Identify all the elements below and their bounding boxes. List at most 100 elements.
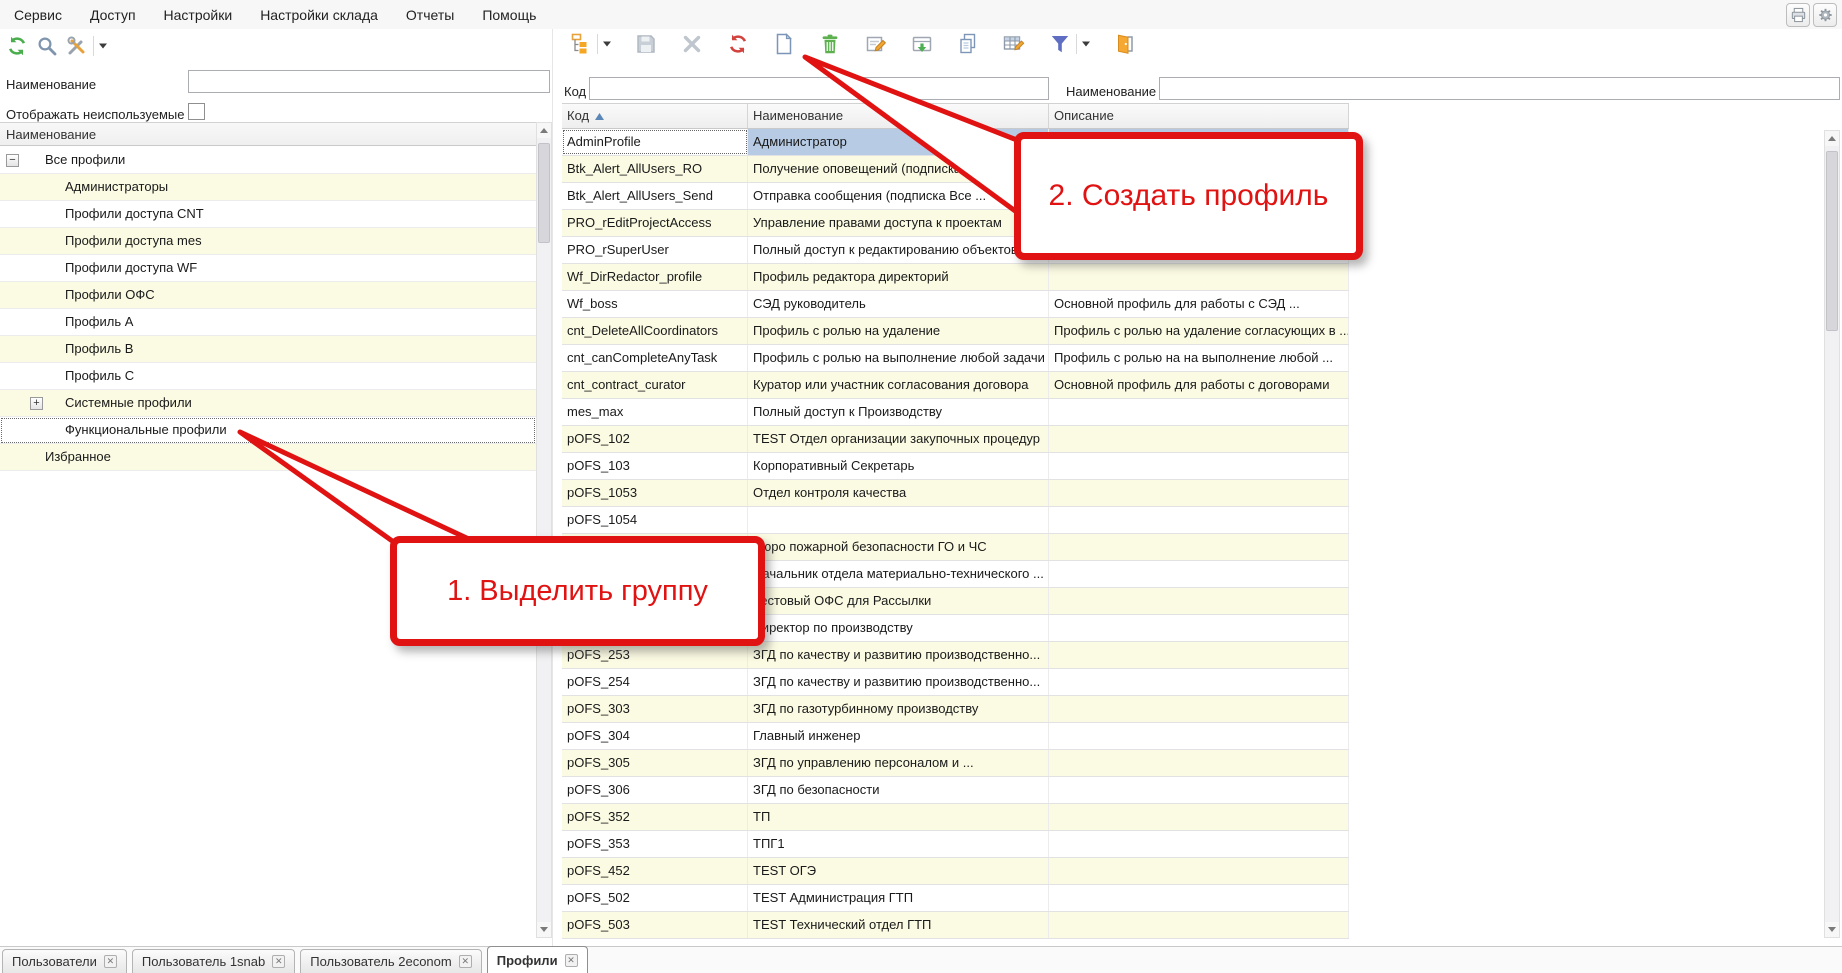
edit-table-icon[interactable] — [1003, 33, 1025, 55]
print-button[interactable] — [1786, 3, 1810, 27]
filter-button[interactable] — [1049, 33, 1090, 55]
table-row[interactable]: pOFS_502TEST Администрация ГТП — [562, 885, 1349, 912]
table-row[interactable]: pOFS_304Главный инженер — [562, 723, 1349, 750]
left-name-filter-input[interactable] — [188, 70, 550, 93]
insert-row-button[interactable] — [911, 33, 933, 55]
table-row[interactable]: pOFS_253ЗГД по качеству и развитию произ… — [562, 642, 1349, 669]
tab-close-icon[interactable]: ✕ — [565, 954, 578, 967]
chevron-down-icon[interactable] — [99, 43, 107, 49]
table-row[interactable]: Wf_bossСЭД руководительОсновной профиль … — [562, 291, 1349, 318]
chevron-down-icon[interactable] — [1082, 41, 1090, 47]
refresh-red-icon[interactable] — [727, 33, 749, 55]
delete-button[interactable] — [819, 33, 841, 55]
tree-item-Профиль B[interactable]: Профиль B — [0, 336, 536, 363]
tree-item-Профиль A[interactable]: Профиль A — [0, 309, 536, 336]
tools-icon[interactable] — [66, 35, 88, 57]
code-filter-input[interactable] — [589, 77, 1049, 100]
table-row[interactable]: pOFS_306ЗГД по безопасности — [562, 777, 1349, 804]
tab-close-icon[interactable]: ✕ — [272, 955, 285, 968]
column-header-Код[interactable]: Код — [562, 104, 748, 128]
exit-button[interactable] — [1114, 33, 1136, 55]
exit-door-icon[interactable] — [1114, 33, 1136, 55]
tree-item-Профили ОФС[interactable]: Профили ОФС — [0, 282, 536, 309]
tree-item-Избранное[interactable]: Избранное — [0, 444, 536, 471]
table-row[interactable]: cnt_DeleteAllCoordinatorsПрофиль с ролью… — [562, 318, 1349, 345]
tab-close-icon[interactable]: ✕ — [104, 955, 117, 968]
tree-item-Профили доступа WF[interactable]: Профили доступа WF — [0, 255, 536, 282]
table-row[interactable]: cnt_contract_curatorКуратор или участник… — [562, 372, 1349, 399]
insert-row-icon[interactable] — [911, 33, 933, 55]
menu-item-Сервис[interactable]: Сервис — [0, 7, 76, 23]
grid-scrollbar[interactable] — [1824, 130, 1840, 938]
menu-item-Помощь[interactable]: Помощь — [468, 7, 550, 23]
menu-item-Доступ[interactable]: Доступ — [76, 7, 150, 23]
table-row[interactable]: pOFS_1054 — [562, 507, 1349, 534]
save-icon[interactable] — [635, 33, 657, 55]
show-unused-checkbox[interactable] — [188, 103, 205, 120]
settings-button[interactable] — [1813, 3, 1837, 27]
new-doc-icon[interactable] — [773, 33, 795, 55]
tools-button[interactable] — [66, 35, 107, 57]
expand-icon[interactable]: + — [30, 397, 43, 410]
table-row[interactable]: pOFS_102TEST Отдел организации закупочны… — [562, 426, 1349, 453]
scroll-up-icon[interactable] — [537, 123, 551, 138]
tab-Профили[interactable]: Профили✕ — [487, 946, 588, 973]
tree-scrollbar-thumb[interactable] — [538, 143, 550, 243]
menu-item-Отчеты[interactable]: Отчеты — [392, 7, 468, 23]
table-row[interactable]: pOFS_103Корпоративный Секретарь — [562, 453, 1349, 480]
tab-Пользователи[interactable]: Пользователи✕ — [2, 949, 127, 973]
table-row[interactable]: Wf_DirRedactor_profileПрофиль редактора … — [562, 264, 1349, 291]
edit-button[interactable] — [865, 33, 887, 55]
tree-item-Профили доступа mes[interactable]: Профили доступа mes — [0, 228, 536, 255]
tree-item-Профиль C[interactable]: Профиль C — [0, 363, 536, 390]
tab-close-icon[interactable]: ✕ — [459, 955, 472, 968]
table-row[interactable]: pOFS_305ЗГД по управлению персоналом и .… — [562, 750, 1349, 777]
column-header-Наименование[interactable]: Наименование — [748, 104, 1049, 128]
table-row[interactable]: pOFS_254ЗГД по качеству и развитию произ… — [562, 669, 1349, 696]
scroll-up-icon[interactable] — [1825, 131, 1839, 146]
scroll-down-icon[interactable] — [537, 922, 551, 937]
refresh-button[interactable] — [727, 33, 749, 55]
table-row[interactable]: pOFS_352ТП — [562, 804, 1349, 831]
table-row[interactable]: mes_maxПолный доступ к Производству — [562, 399, 1349, 426]
tree-view-icon[interactable] — [570, 33, 592, 55]
cancel-button[interactable] — [681, 33, 703, 55]
table-row[interactable]: pOFS_503TEST Технический отдел ГТП — [562, 912, 1349, 939]
close-x-icon[interactable] — [681, 33, 703, 55]
column-header-Описание[interactable]: Описание — [1049, 104, 1349, 128]
tree-item-Профили доступа CNT[interactable]: Профили доступа CNT — [0, 201, 536, 228]
refresh-green-icon[interactable] — [6, 35, 28, 57]
filter-icon[interactable] — [1049, 33, 1071, 55]
table-row[interactable]: pOFS_303ЗГД по газотурбинному производст… — [562, 696, 1349, 723]
tree-scrollbar[interactable] — [536, 122, 552, 938]
tree-item-Системные профили[interactable]: +Системные профили — [0, 390, 536, 417]
name-filter-input[interactable] — [1159, 77, 1840, 100]
menu-item-Настройки[interactable]: Настройки — [150, 7, 247, 23]
tree-view-button[interactable] — [570, 33, 611, 55]
table-row[interactable]: pOFS_452TEST ОГЭ — [562, 858, 1349, 885]
table-row[interactable]: cnt_canCompleteAnyTaskПрофиль с ролью на… — [562, 345, 1349, 372]
tab-Пользователь 2econom[interactable]: Пользователь 2econom✕ — [300, 949, 481, 973]
search-button[interactable] — [36, 35, 58, 57]
tree-item-Функциональные профили[interactable]: Функциональные профили — [0, 417, 536, 444]
cell: pOFS_353 — [562, 831, 748, 857]
menu-item-Настройки склада[interactable]: Настройки склада — [246, 7, 392, 23]
trash-icon[interactable] — [819, 33, 841, 55]
tree-item-Администраторы[interactable]: Администраторы — [0, 174, 536, 201]
edit-table-button[interactable] — [1003, 33, 1025, 55]
collapse-icon[interactable]: − — [6, 154, 19, 167]
refresh-button[interactable] — [6, 35, 28, 57]
new-profile-button[interactable] — [773, 33, 795, 55]
table-row[interactable]: pOFS_1053Отдел контроля качества — [562, 480, 1349, 507]
copy-doc-icon[interactable] — [957, 33, 979, 55]
table-row[interactable]: pOFS_353ТПГ1 — [562, 831, 1349, 858]
tree-item-Все профили[interactable]: −Все профили — [0, 147, 536, 174]
tab-Пользователь 1snab[interactable]: Пользователь 1snab✕ — [132, 949, 295, 973]
chevron-down-icon[interactable] — [603, 41, 611, 47]
copy-button[interactable] — [957, 33, 979, 55]
search-icon[interactable] — [36, 35, 58, 57]
scroll-down-icon[interactable] — [1825, 922, 1839, 937]
edit-doc-icon[interactable] — [865, 33, 887, 55]
save-button[interactable] — [635, 33, 657, 55]
grid-scrollbar-thumb[interactable] — [1826, 151, 1838, 331]
